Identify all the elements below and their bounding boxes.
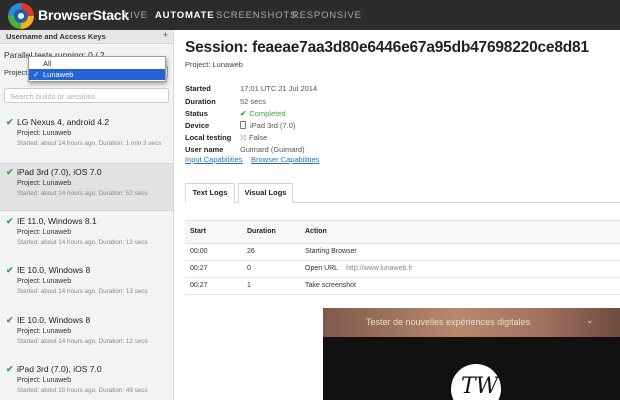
passed-check-icon: ✔ [6,167,14,177]
log-duration: 1 [247,282,251,289]
build-project: Project: Lunaweb [17,130,72,137]
log-row: 00:27 1 Take screenshot [185,278,620,295]
build-title: IE 11.0, Windows 8.1 [17,216,97,226]
build-title: IE 10.0, Windows 8 [17,315,91,325]
build-meta: Started: about 14 hours ago, Duration: 1… [17,239,148,246]
session-project: Project: Lunaweb [185,60,243,69]
tab-text-logs[interactable]: Text Logs [185,183,235,203]
build-meta: Started: about 15 hours ago, Duration: 4… [17,387,148,394]
build-meta: Started: about 14 hours ago, Duration: 1… [17,288,148,295]
local-testing-icon: ⤨ [240,133,246,142]
tab-visual-logs[interactable]: Visual Logs [238,183,293,203]
build-project: Project: Lunaweb [17,180,72,187]
top-navigation-bar: BrowserStack LIVE AUTOMATE SCREENSHOTS R… [0,0,620,30]
session-detail-panel: Session: feaeae7aa3d80e6446e67a95db47698… [175,30,620,400]
column-action: Action [305,228,327,235]
search-input[interactable]: Search builds or sessions [4,88,169,103]
status-value: ✔ Completed [240,109,286,118]
log-start: 00:00 [190,248,208,255]
project-option-lunaweb[interactable]: ✓ Lunaweb [29,69,165,80]
input-capabilities-link[interactable]: Input Capabilities [185,155,243,164]
completed-check-icon: ✔ [240,109,247,118]
passed-check-icon: ✔ [6,216,14,226]
build-meta: Started: about 14 hours ago, Duration: 5… [17,190,148,197]
build-meta: Started: about 14 hours ago, Duration: 1… [17,140,162,147]
column-start: Start [190,228,206,235]
build-title: LG Nexus 4, android 4.2 [17,117,110,127]
expand-plus-icon[interactable]: + [163,30,168,40]
build-item[interactable]: ✔ IE 11.0, Windows 8.1 Project: Lunaweb … [0,213,173,261]
build-item[interactable]: ✔ IE 10.0, Windows 8 Project: Lunaweb St… [0,262,173,310]
build-title: iPad 3rd (7.0), iOS 7.0 [17,167,102,177]
browserstack-logo-icon[interactable] [8,3,34,29]
lunaweb-logo: TW [451,364,501,400]
local-testing-label: Local testing [185,133,232,142]
build-title: iPad 3rd (7.0), iOS 7.0 [17,364,102,374]
started-value: 17:01 UTC 21 Jul 2014 [240,84,318,93]
device-label: Device [185,121,210,130]
log-action: Starting Browser [305,248,357,255]
tablet-icon [240,121,246,129]
log-duration: 26 [247,248,255,255]
browser-capabilities-link[interactable]: Browser Capabilities [251,155,319,164]
duration-label: Duration [185,97,216,106]
brand-name[interactable]: BrowserStack [38,7,129,23]
build-title: IE 10.0, Windows 8 [17,265,91,275]
project-dropdown-menu: All ✓ Lunaweb [28,56,166,82]
screenshot-thumbnail[interactable]: Tester de nouvelles expériences digitale… [323,308,620,400]
log-start: 00:27 [190,265,208,272]
search-placeholder: Search builds or sessions [10,92,96,101]
passed-check-icon: ✔ [6,117,14,127]
selected-check-icon: ✓ [33,70,40,79]
log-row: 00:00 26 Starting Browser [185,244,620,261]
started-label: Started [185,84,211,93]
nav-live[interactable]: LIVE [124,10,148,21]
build-item[interactable]: ✔ LG Nexus 4, android 4.2 Project: Lunaw… [0,114,173,162]
build-item[interactable]: ✔ IE 10.0, Windows 8 Project: Lunaweb St… [0,312,173,360]
passed-check-icon: ✔ [6,265,14,275]
project-label: Project: [4,68,30,77]
status-label: Status [185,109,208,118]
passed-check-icon: ✔ [6,315,14,325]
project-option-all[interactable]: All [29,58,165,69]
local-testing-value: ⤨ False [240,133,268,142]
chevron-down-icon: ⌄ [586,315,594,325]
log-url[interactable]: http://www.lunaweb.fr [346,265,413,272]
log-duration: 0 [247,265,251,272]
username-label: User name [185,145,224,154]
build-item-selected[interactable]: ✔ iPad 3rd (7.0), iOS 7.0 Project: Lunaw… [0,163,173,211]
column-duration: Duration [247,228,276,235]
sidebar: Username and Access Keys + Parallel test… [0,30,174,400]
screenshot-banner-text: Tester de nouvelles expériences digitale… [366,317,531,327]
access-keys-header[interactable]: Username and Access Keys + [0,30,173,44]
nav-screenshots[interactable]: SCREENSHOTS [216,10,297,21]
passed-check-icon: ✔ [6,364,14,374]
build-project: Project: Lunaweb [17,229,72,236]
username-value: Guimard (Guimard) [240,145,305,154]
device-value: iPad 3rd (7.0) [240,121,295,130]
build-project: Project: Lunaweb [17,328,72,335]
duration-value: 52 secs [240,97,266,106]
access-keys-title: Username and Access Keys [6,32,106,41]
log-row: 00:27 0 Open URL http://www.lunaweb.fr [185,261,620,278]
nav-automate[interactable]: AUTOMATE [155,10,214,21]
nav-responsive[interactable]: RESPONSIVE [292,10,362,21]
log-action: Open URL http://www.lunaweb.fr [305,265,413,272]
log-action: Take screenshot [305,282,356,289]
session-title: Session: feaeae7aa3d80e6446e67a95db47698… [185,39,589,56]
build-project: Project: Lunaweb [17,377,72,384]
screenshot-banner: Tester de nouvelles expériences digitale… [323,308,620,337]
build-meta: Started: about 14 hours ago, Duration: 1… [17,338,148,345]
build-item[interactable]: ✔ iPad 3rd (7.0), iOS 7.0 Project: Lunaw… [0,361,173,400]
build-project: Project: Lunaweb [17,278,72,285]
lunaweb-logo-text: TW [461,374,499,399]
log-start: 00:27 [190,282,208,289]
